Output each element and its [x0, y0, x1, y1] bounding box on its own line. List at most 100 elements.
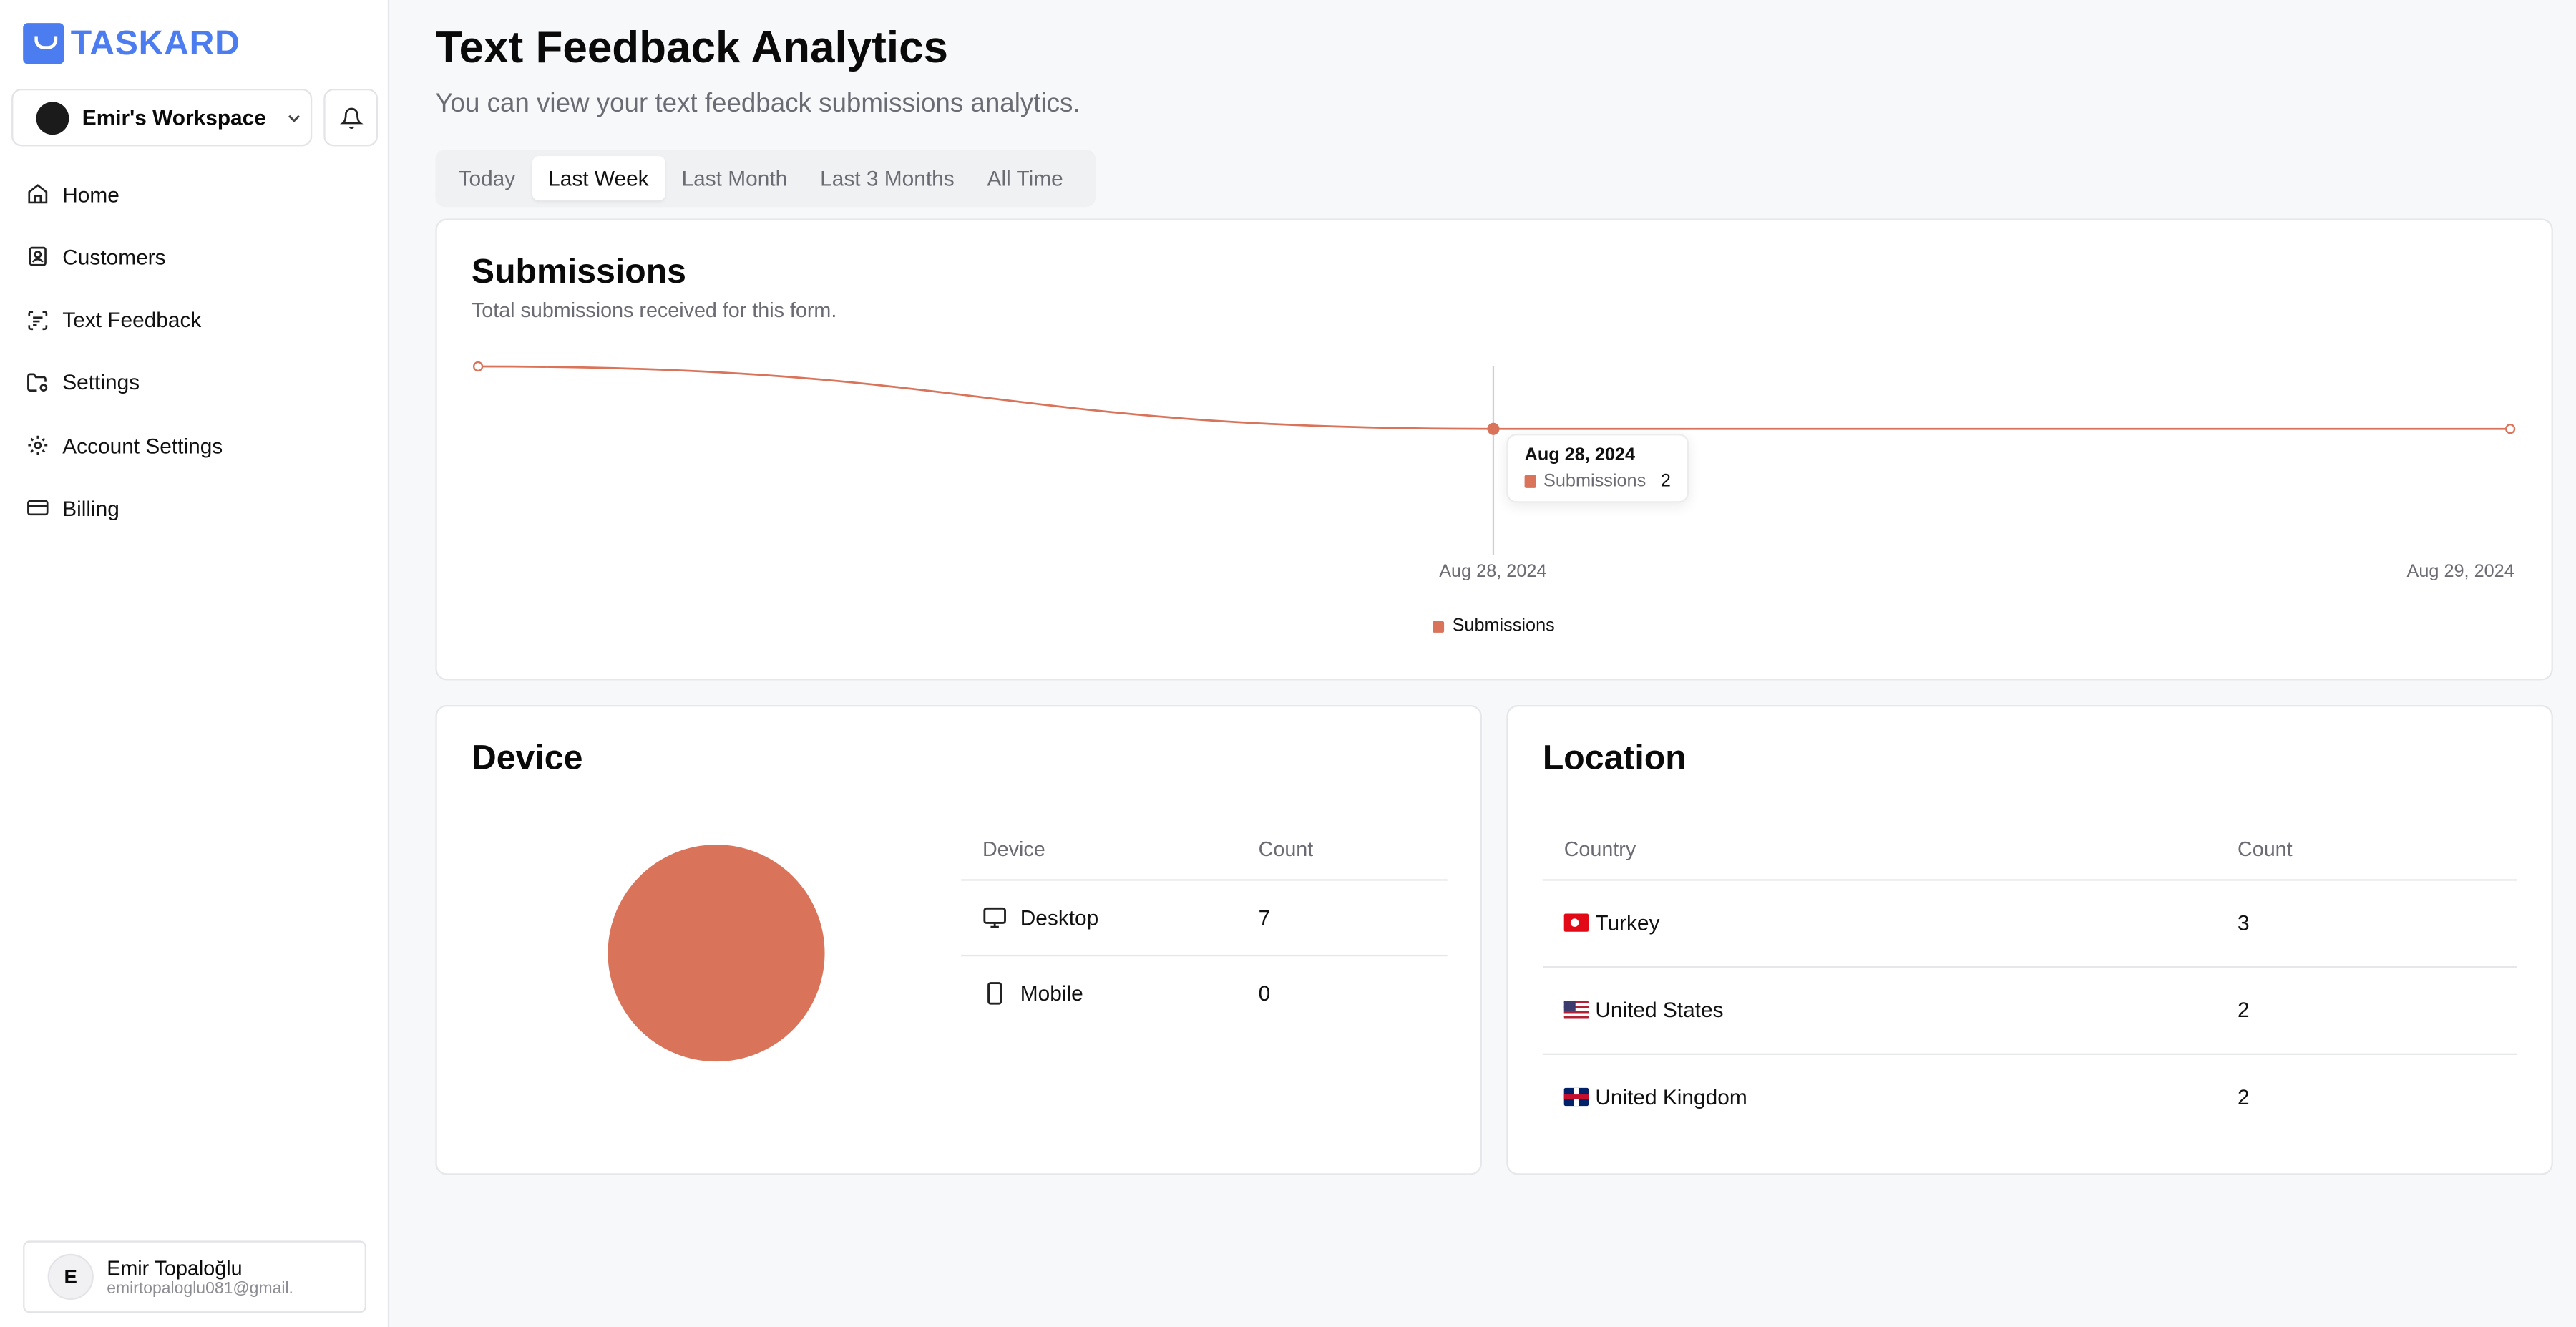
country-count: 2: [2238, 997, 2250, 1023]
workspace-avatar: [36, 101, 69, 135]
bell-icon: [339, 107, 363, 128]
page-subtitle: You can view your text feedback submissi…: [435, 90, 1080, 119]
table-row: Desktop 7: [961, 879, 1448, 955]
x-tick-label: Aug 28, 2024: [1439, 562, 1547, 582]
tooltip-date: Aug 28, 2024: [1524, 445, 1636, 465]
logo[interactable]: TASKARD: [23, 23, 240, 64]
country-count: 3: [2238, 910, 2250, 935]
tooltip-value: 2: [1660, 471, 1671, 492]
user-email: emirtopaloglu081@gmail.: [107, 1279, 293, 1298]
submissions-title: Submissions: [471, 253, 687, 291]
notifications-button[interactable]: [323, 88, 379, 147]
country-label: United States: [1595, 997, 1724, 1023]
user-name: Emir Topaloğlu: [107, 1256, 243, 1280]
sidebar-item-settings[interactable]: Settings: [26, 366, 223, 399]
country-label-wrap: Turkey: [1563, 910, 2238, 935]
credit-card-icon: [26, 497, 49, 520]
country-cell: United States: [1543, 966, 2238, 1054]
table-row: United States 2: [1542, 966, 2517, 1054]
tooltip-row: Submissions 2: [1524, 471, 1671, 492]
user-menu[interactable]: E Emir Topaloğlu emirtopaloglu081@gmail.: [23, 1240, 366, 1313]
device-label-wrap: Mobile: [982, 981, 1259, 1006]
country-cell: United Kingdom: [1543, 1054, 2238, 1141]
table-row: Mobile 0: [961, 954, 1448, 1031]
avatar: E: [47, 1253, 94, 1301]
sidebar-item-billing[interactable]: Billing: [26, 492, 223, 525]
chart-legend: Submissions: [1433, 616, 1555, 636]
text-scan-icon: [26, 308, 49, 331]
sidebar-item-text-feedback[interactable]: Text Feedback: [26, 303, 223, 336]
device-label-wrap: Desktop: [982, 905, 1259, 929]
logo-text: TASKARD: [70, 24, 240, 62]
logo-icon: [23, 23, 64, 64]
contact-icon: [26, 246, 49, 268]
sidebar-item-label: Text Feedback: [62, 307, 202, 332]
date-range-tabs: Today Last Week Last Month Last 3 Months…: [435, 149, 1096, 208]
pie-slice-desktop[interactable]: [608, 845, 825, 1062]
page-title: Text Feedback Analytics: [435, 23, 949, 73]
sidebar-item-label: Home: [62, 181, 119, 207]
device-label: Mobile: [1020, 981, 1083, 1006]
sidebar-item-customers[interactable]: Customers: [26, 240, 223, 273]
sidebar-item-label: Customers: [62, 244, 166, 270]
smartphone-icon: [987, 981, 1002, 1005]
device-pie-chart: [608, 845, 825, 1062]
country-label: Turkey: [1595, 910, 1660, 935]
us-flag-icon: [1563, 1001, 1589, 1019]
location-title: Location: [1542, 739, 1687, 777]
device-count: 0: [1258, 981, 1271, 1006]
chevron-down-icon: [288, 114, 300, 122]
sidebar-item-account-settings[interactable]: Account Settings: [26, 429, 223, 462]
sidebar-item-label: Billing: [62, 496, 119, 521]
column-header: Device: [982, 838, 1045, 862]
tooltip-series: Submissions: [1543, 471, 1646, 492]
legend-label: Submissions: [1452, 616, 1555, 636]
country-cell: Turkey: [1543, 879, 2238, 966]
device-cell: Desktop: [961, 879, 1259, 955]
tab-last-month[interactable]: Last Month: [665, 156, 804, 200]
submissions-subtitle: Total submissions received for this form…: [471, 298, 837, 322]
device-cell: Mobile: [961, 955, 1259, 1031]
table-row: Turkey 3: [1542, 879, 2517, 966]
location-card: Location Country Count Turkey 3 United S…: [1506, 704, 2553, 1175]
uk-flag-icon: [1563, 1088, 1589, 1107]
table-header-row: Device Count: [961, 822, 1448, 879]
monitor-icon: [983, 906, 1006, 928]
turkey-flag-icon: [1563, 913, 1589, 932]
tab-last-3-months[interactable]: Last 3 Months: [804, 156, 970, 200]
table-header-row: Country Count: [1543, 822, 2517, 879]
gear-icon: [26, 434, 49, 457]
sidebar-item-home[interactable]: Home: [26, 178, 223, 210]
country-label-wrap: United Kingdom: [1563, 1084, 2238, 1110]
device-table: Device Count Desktop 7 Mobile 0: [961, 822, 1448, 1031]
home-icon: [26, 183, 49, 205]
sidebar-item-label: Settings: [62, 370, 140, 395]
column-header: Count: [2238, 838, 2293, 862]
column-header: Country: [1563, 838, 1636, 862]
table-row: United Kingdom 2: [1542, 1053, 2517, 1141]
tab-last-week[interactable]: Last Week: [532, 156, 665, 201]
device-count: 7: [1258, 904, 1271, 930]
chart-tooltip: Aug 28, 2024 Submissions 2: [1506, 434, 1689, 503]
workspace-label: Emir's Workspace: [82, 104, 266, 130]
sidebar: TASKARD Emir's Workspace Home Customers …: [0, 0, 390, 1327]
device-card: Device Device Count Desktop 7 Mobile 0: [435, 704, 1482, 1175]
tooltip-swatch: [1524, 475, 1536, 488]
column-header: Count: [1258, 838, 1314, 862]
app-root: TASKARD Emir's Workspace Home Customers …: [0, 0, 2576, 1327]
tab-today[interactable]: Today: [442, 156, 532, 200]
device-label: Desktop: [1020, 904, 1099, 930]
sidebar-nav: Home Customers Text Feedback Settings Ac…: [26, 178, 223, 555]
country-label: United Kingdom: [1595, 1084, 1747, 1110]
location-table: Country Count Turkey 3 United States 2 U…: [1542, 822, 2517, 1141]
user-info: Emir Topaloğlu emirtopaloglu081@gmail.: [107, 1256, 293, 1297]
tab-all-time[interactable]: All Time: [971, 156, 1080, 200]
submissions-card: Submissions Total submissions received f…: [435, 218, 2553, 681]
country-label-wrap: United States: [1563, 997, 2238, 1023]
workspace-switcher[interactable]: Emir's Workspace: [11, 88, 313, 147]
folder-gear-icon: [26, 371, 49, 394]
x-tick-label: Aug 29, 2024: [2406, 562, 2514, 582]
legend-swatch: [1433, 620, 1445, 632]
device-title: Device: [471, 739, 583, 777]
country-count: 2: [2238, 1084, 2250, 1110]
